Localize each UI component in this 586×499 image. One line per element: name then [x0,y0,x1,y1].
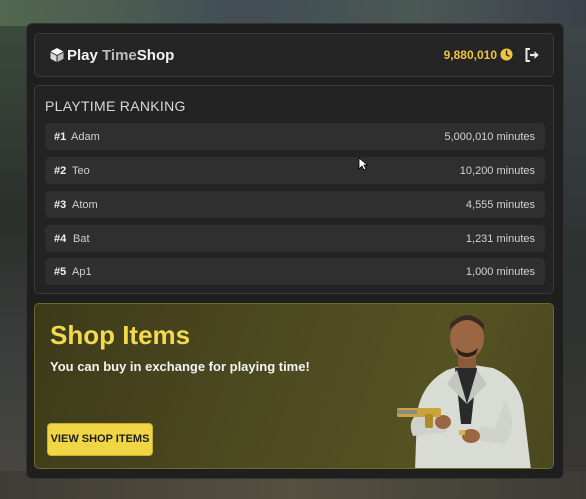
playtime-balance: 9,880,010 [443,48,497,62]
ranking-minutes: 1,231 minutes [465,233,535,245]
ranking-minutes: 1,000 minutes [465,266,535,278]
ranking-player-name: Ap1 [72,266,92,278]
character-illustration [397,315,531,468]
playtime-ranking: PLAYTIME RANKING #1 Adam 5,000,010 minut… [34,85,554,294]
ranking-minutes: 5,000,010 minutes [444,131,535,143]
clock-icon [500,48,513,61]
ranking-row: #3 Atom 4,555 minutes [45,191,545,218]
view-shop-items-button[interactable]: VIEW SHOP ITEMS [47,423,153,456]
shop-items-card: Shop Items You can buy in exchange for p… [34,303,554,469]
ranking-position: #3 [54,199,67,211]
ranking-minutes: 10,200 minutes [459,165,535,177]
ranking-player-name: Bat [73,233,90,245]
ranking-row: #1 Adam 5,000,010 minutes [45,123,545,150]
mouse-cursor-icon [358,157,368,171]
header-title-time: Time [102,47,137,64]
shop-subtitle: You can buy in exchange for playing time… [50,359,310,374]
cube-icon [50,48,64,62]
ranking-position: #1 [54,131,67,143]
header-title-shop: Shop [136,47,175,64]
ranking-title: PLAYTIME RANKING [45,98,186,114]
exit-icon[interactable] [523,46,541,64]
ranking-position: #2 [54,165,67,177]
ranking-row: #4 Bat 1,231 minutes [45,225,545,252]
background-scene-left [0,26,28,499]
ranking-row: #2 Teo 10,200 minutes [45,157,545,184]
shop-title: Shop Items [50,320,191,350]
ranking-player-name: Teo [72,165,90,177]
ranking-player-name: Atom [72,199,98,211]
shop-header: Play TimeShop 9,880,010 [34,33,554,77]
ranking-position: #5 [54,266,67,278]
header-title-play: Play [67,47,98,64]
ranking-player-name: Adam [71,131,100,143]
ranking-row: #5 Ap1 1,000 minutes [45,258,545,285]
header-title: Play TimeShop [67,47,174,64]
ranking-minutes: 4,555 minutes [465,199,535,211]
ranking-position: #4 [54,233,67,245]
